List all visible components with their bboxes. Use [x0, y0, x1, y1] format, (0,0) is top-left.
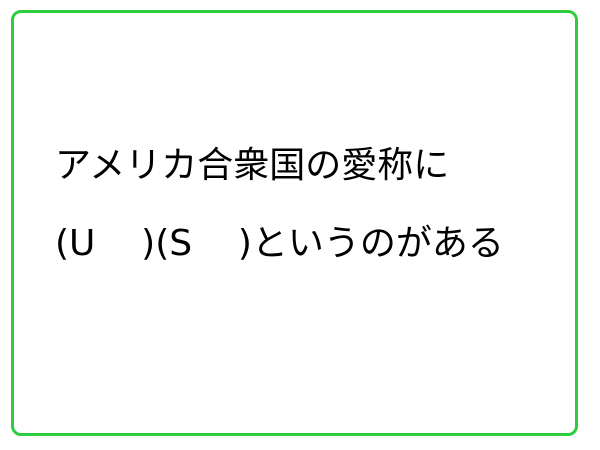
question-line-1: アメリカ合衆国の愛称に [55, 145, 450, 186]
question-line-2: (U )(S )というのがある [55, 223, 504, 264]
